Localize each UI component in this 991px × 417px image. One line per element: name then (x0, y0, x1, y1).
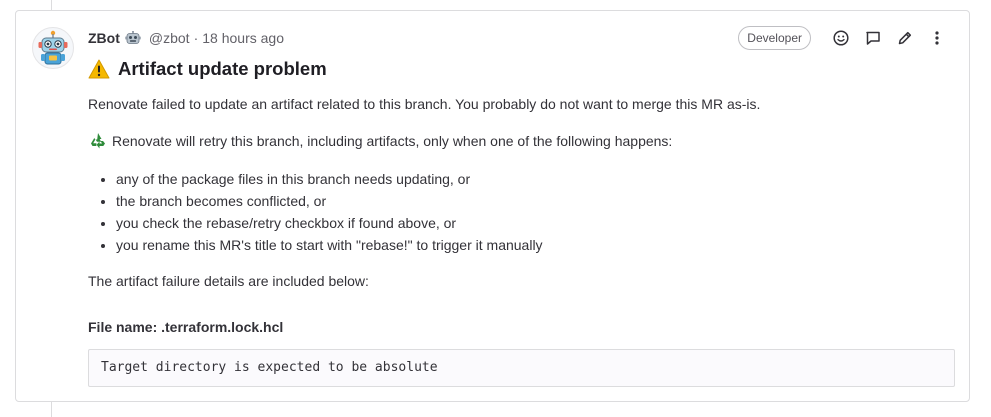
list-item: you check the rebase/retry checkbox if f… (116, 212, 958, 234)
note-title-text: Artifact update problem (118, 58, 327, 79)
robot-avatar-icon (38, 30, 68, 65)
file-name: File name: .terraform.lock.hcl (88, 319, 284, 335)
comment-icon (866, 31, 880, 45)
note-title: Artifact update problem (88, 57, 958, 81)
meta-separator: · (193, 30, 199, 46)
intro-paragraph: Renovate failed to update an artifact re… (88, 96, 761, 112)
add-reaction-button[interactable] (829, 26, 853, 50)
author-name[interactable]: ZBot (88, 29, 120, 47)
more-actions-button[interactable] (925, 26, 949, 50)
retry-paragraph: Renovate will retry this branch, includi… (88, 131, 958, 151)
details-paragraph: The artifact failure details are include… (88, 273, 369, 289)
list-item: you rename this MR's title to start with… (116, 234, 958, 256)
author-avatar[interactable] (32, 27, 74, 69)
role-badge: Developer (738, 26, 811, 50)
note-timestamp[interactable]: 18 hours ago (202, 29, 284, 47)
recycle-emoji-icon (91, 133, 105, 149)
retry-conditions-list: any of the package files in this branch … (88, 168, 958, 256)
retry-text: Renovate will retry this branch, includi… (112, 133, 673, 149)
pencil-icon (898, 31, 912, 45)
error-code-block: Target directory is expected to be absol… (88, 349, 955, 387)
note-card: ZBot @zbot · 18 hours ago Developer Arti… (15, 10, 970, 402)
note-body: Artifact update problem Renovate failed … (88, 57, 958, 387)
list-item: any of the package files in this branch … (116, 168, 958, 190)
smiley-icon (833, 30, 849, 46)
reply-button[interactable] (861, 26, 885, 50)
warning-emoji-icon (88, 59, 110, 79)
note-header: ZBot @zbot · 18 hours ago (88, 29, 284, 47)
robot-face-icon (125, 31, 141, 44)
author-handle[interactable]: @zbot (149, 29, 190, 47)
list-item: the branch becomes conflicted, or (116, 190, 958, 212)
kebab-icon (935, 31, 939, 45)
note-actions: Developer (738, 26, 949, 50)
edit-button[interactable] (893, 26, 917, 50)
